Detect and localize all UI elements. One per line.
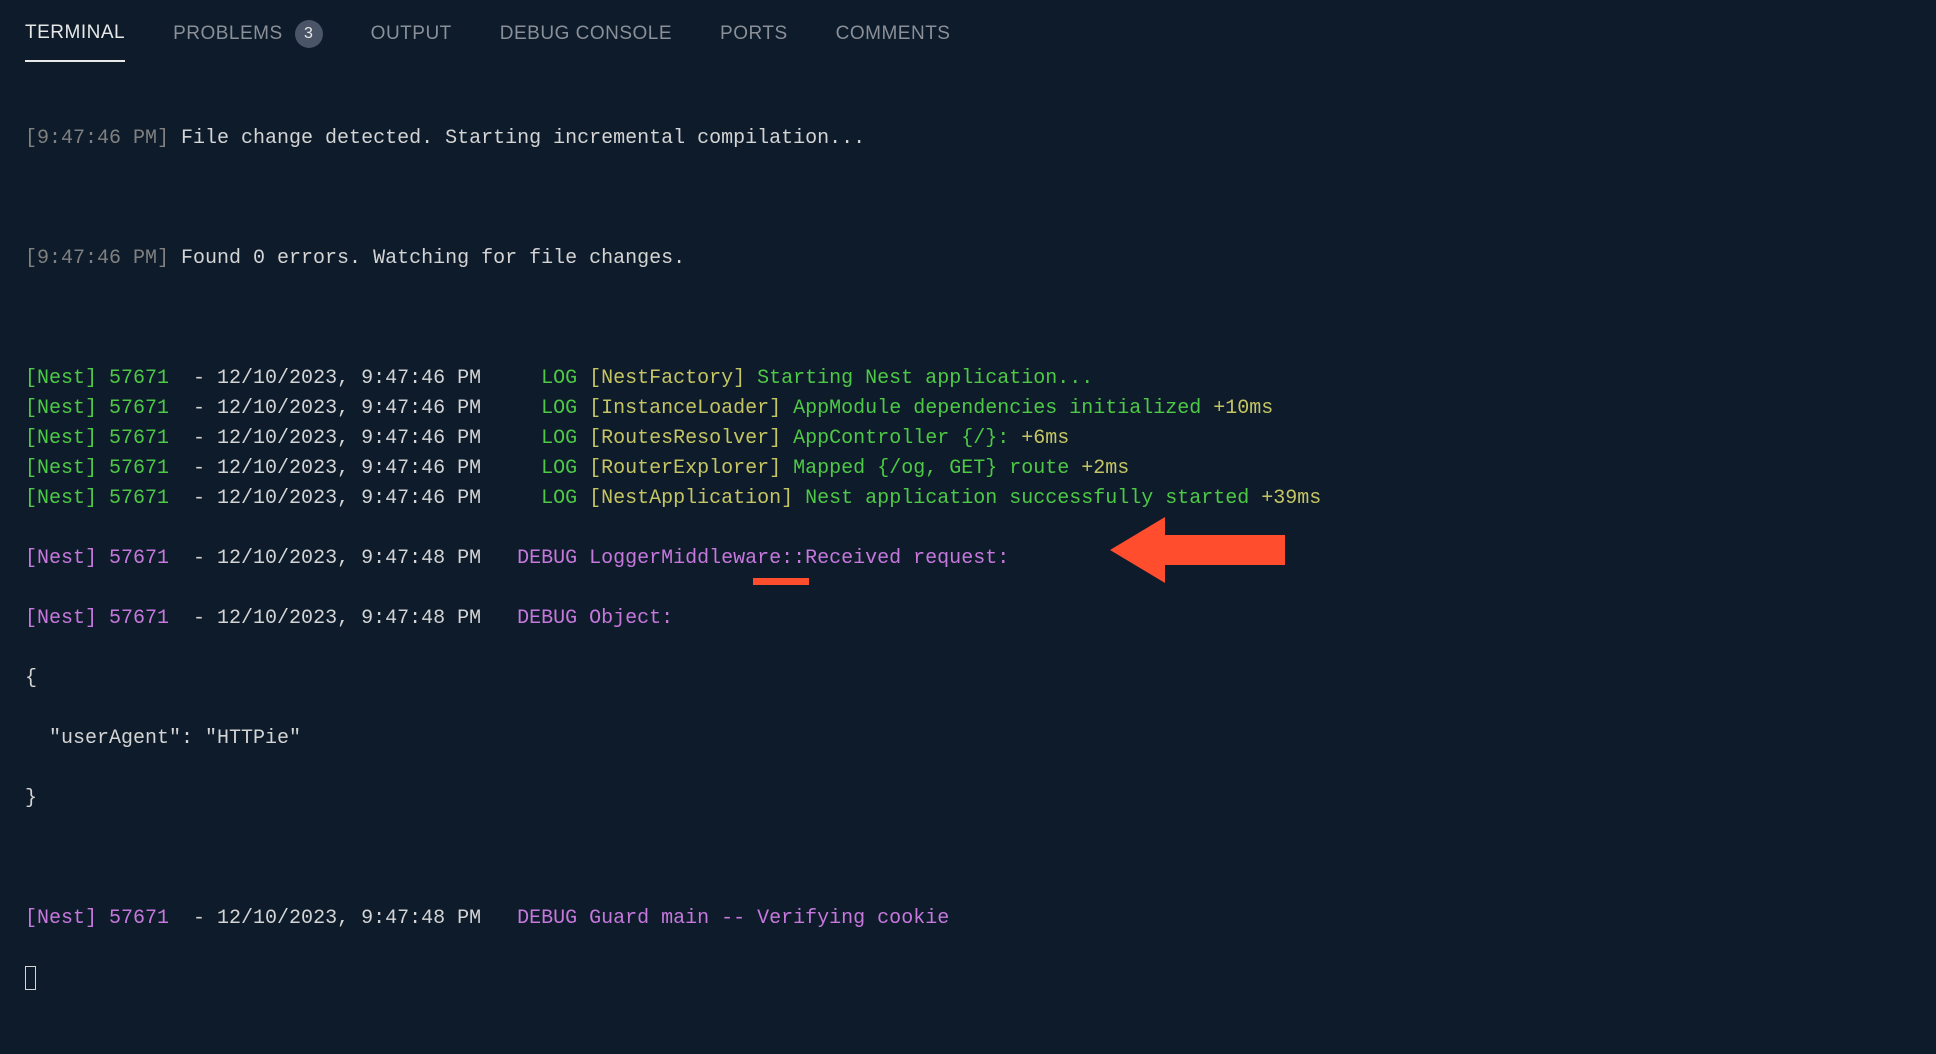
log-context: [NestApplication] [577,487,793,510]
log-line: [Nest] 57671 - 12/10/2023, 9:47:46 PM LO… [25,484,1911,514]
log-level: DEBUG [517,607,577,630]
terminal-output[interactable]: [9:47:46 PM] File change detected. Start… [0,64,1936,1054]
timestamp: 12/10/2023, 9:47:48 PM [217,547,481,570]
log-line: [Nest] 57671 - 12/10/2023, 9:47:48 PM DE… [25,604,1911,634]
log-message: AppController {/}: [781,427,1009,450]
timestamp: 12/10/2023, 9:47:48 PM [217,907,481,930]
log-level: LOG [541,367,577,390]
timestamp: 12/10/2023, 9:47:46 PM [217,367,481,390]
nest-prefix: [Nest] 57671 [25,397,169,420]
log-message: Nest application successfully started [793,487,1249,510]
tab-terminal[interactable]: TERMINAL [25,22,125,62]
log-message: -- Verifying cookie [709,907,949,930]
log-line: [Nest] 57671 - 12/10/2023, 9:47:46 PM LO… [25,454,1911,484]
nest-prefix: [Nest] 57671 [25,907,169,930]
tab-problems-label: PROBLEMS [173,23,283,45]
log-line: [Nest] 57671 - 12/10/2023, 9:47:48 PM DE… [25,544,1911,574]
log-message: Starting Nest application... [745,367,1093,390]
nest-prefix: [Nest] 57671 [25,427,169,450]
nest-prefix: [Nest] 57671 [25,367,169,390]
tab-debug-console[interactable]: DEBUG CONSOLE [500,23,672,61]
log-message: Found 0 errors. Watching for file change… [169,247,685,270]
json-brace: } [25,784,1911,814]
log-message: AppModule dependencies initialized [781,397,1201,420]
nest-log-block: [Nest] 57671 - 12/10/2023, 9:47:46 PM LO… [25,364,1911,514]
log-context: [RoutesResolver] [577,427,781,450]
timestamp: 12/10/2023, 9:47:46 PM [217,487,481,510]
timestamp: [9:47:46 PM] [25,247,169,270]
log-message: File change detected. Starting increment… [169,127,865,150]
log-line: [9:47:46 PM] Found 0 errors. Watching fo… [25,244,1911,274]
log-timing: +6ms [1009,427,1069,450]
log-message: LoggerMiddleware::Received request: [577,547,1009,570]
log-message: Guard [577,907,661,930]
blank-line [25,184,1911,214]
cursor-line [25,964,1911,994]
log-message: Mapped {/og, GET} route [781,457,1069,480]
log-level: LOG [541,487,577,510]
log-timing: +2ms [1069,457,1129,480]
log-line: [Nest] 57671 - 12/10/2023, 9:47:46 PM LO… [25,364,1911,394]
timestamp: 12/10/2023, 9:47:46 PM [217,397,481,420]
log-level: LOG [541,397,577,420]
nest-prefix: [Nest] 57671 [25,457,169,480]
json-body: "userAgent": "HTTPie" [25,724,1911,754]
log-context: [NestFactory] [577,367,745,390]
log-level: DEBUG [517,907,577,930]
log-line: [Nest] 57671 - 12/10/2023, 9:47:48 PM DE… [25,904,1911,934]
blank-line [25,844,1911,874]
blank-line [25,304,1911,334]
log-line: [9:47:46 PM] File change detected. Start… [25,124,1911,154]
timestamp: [9:47:46 PM] [25,127,169,150]
log-line: [Nest] 57671 - 12/10/2023, 9:47:46 PM LO… [25,394,1911,424]
nest-prefix: [Nest] 57671 [25,607,169,630]
log-message: Object: [577,607,673,630]
timestamp: 12/10/2023, 9:47:46 PM [217,427,481,450]
log-timing: +39ms [1249,487,1321,510]
timestamp: 12/10/2023, 9:47:48 PM [217,607,481,630]
problems-badge: 3 [295,20,323,48]
log-level: LOG [541,457,577,480]
json-brace: { [25,664,1911,694]
nest-prefix: [Nest] 57671 [25,547,169,570]
log-context: [RouterExplorer] [577,457,781,480]
log-timing: +10ms [1201,397,1273,420]
log-level: DEBUG [517,547,577,570]
log-line: [Nest] 57671 - 12/10/2023, 9:47:46 PM LO… [25,424,1911,454]
nest-prefix: [Nest] 57671 [25,487,169,510]
panel-tab-bar: TERMINAL PROBLEMS 3 OUTPUT DEBUG CONSOLE… [0,0,1936,64]
tab-comments[interactable]: COMMENTS [836,23,951,61]
tab-ports[interactable]: PORTS [720,23,788,61]
guard-main-highlight: main [661,907,709,930]
timestamp: 12/10/2023, 9:47:46 PM [217,457,481,480]
log-context: [InstanceLoader] [577,397,781,420]
tab-problems[interactable]: PROBLEMS 3 [173,20,323,64]
tab-output[interactable]: OUTPUT [371,23,452,61]
terminal-cursor [25,966,36,990]
log-level: LOG [541,427,577,450]
